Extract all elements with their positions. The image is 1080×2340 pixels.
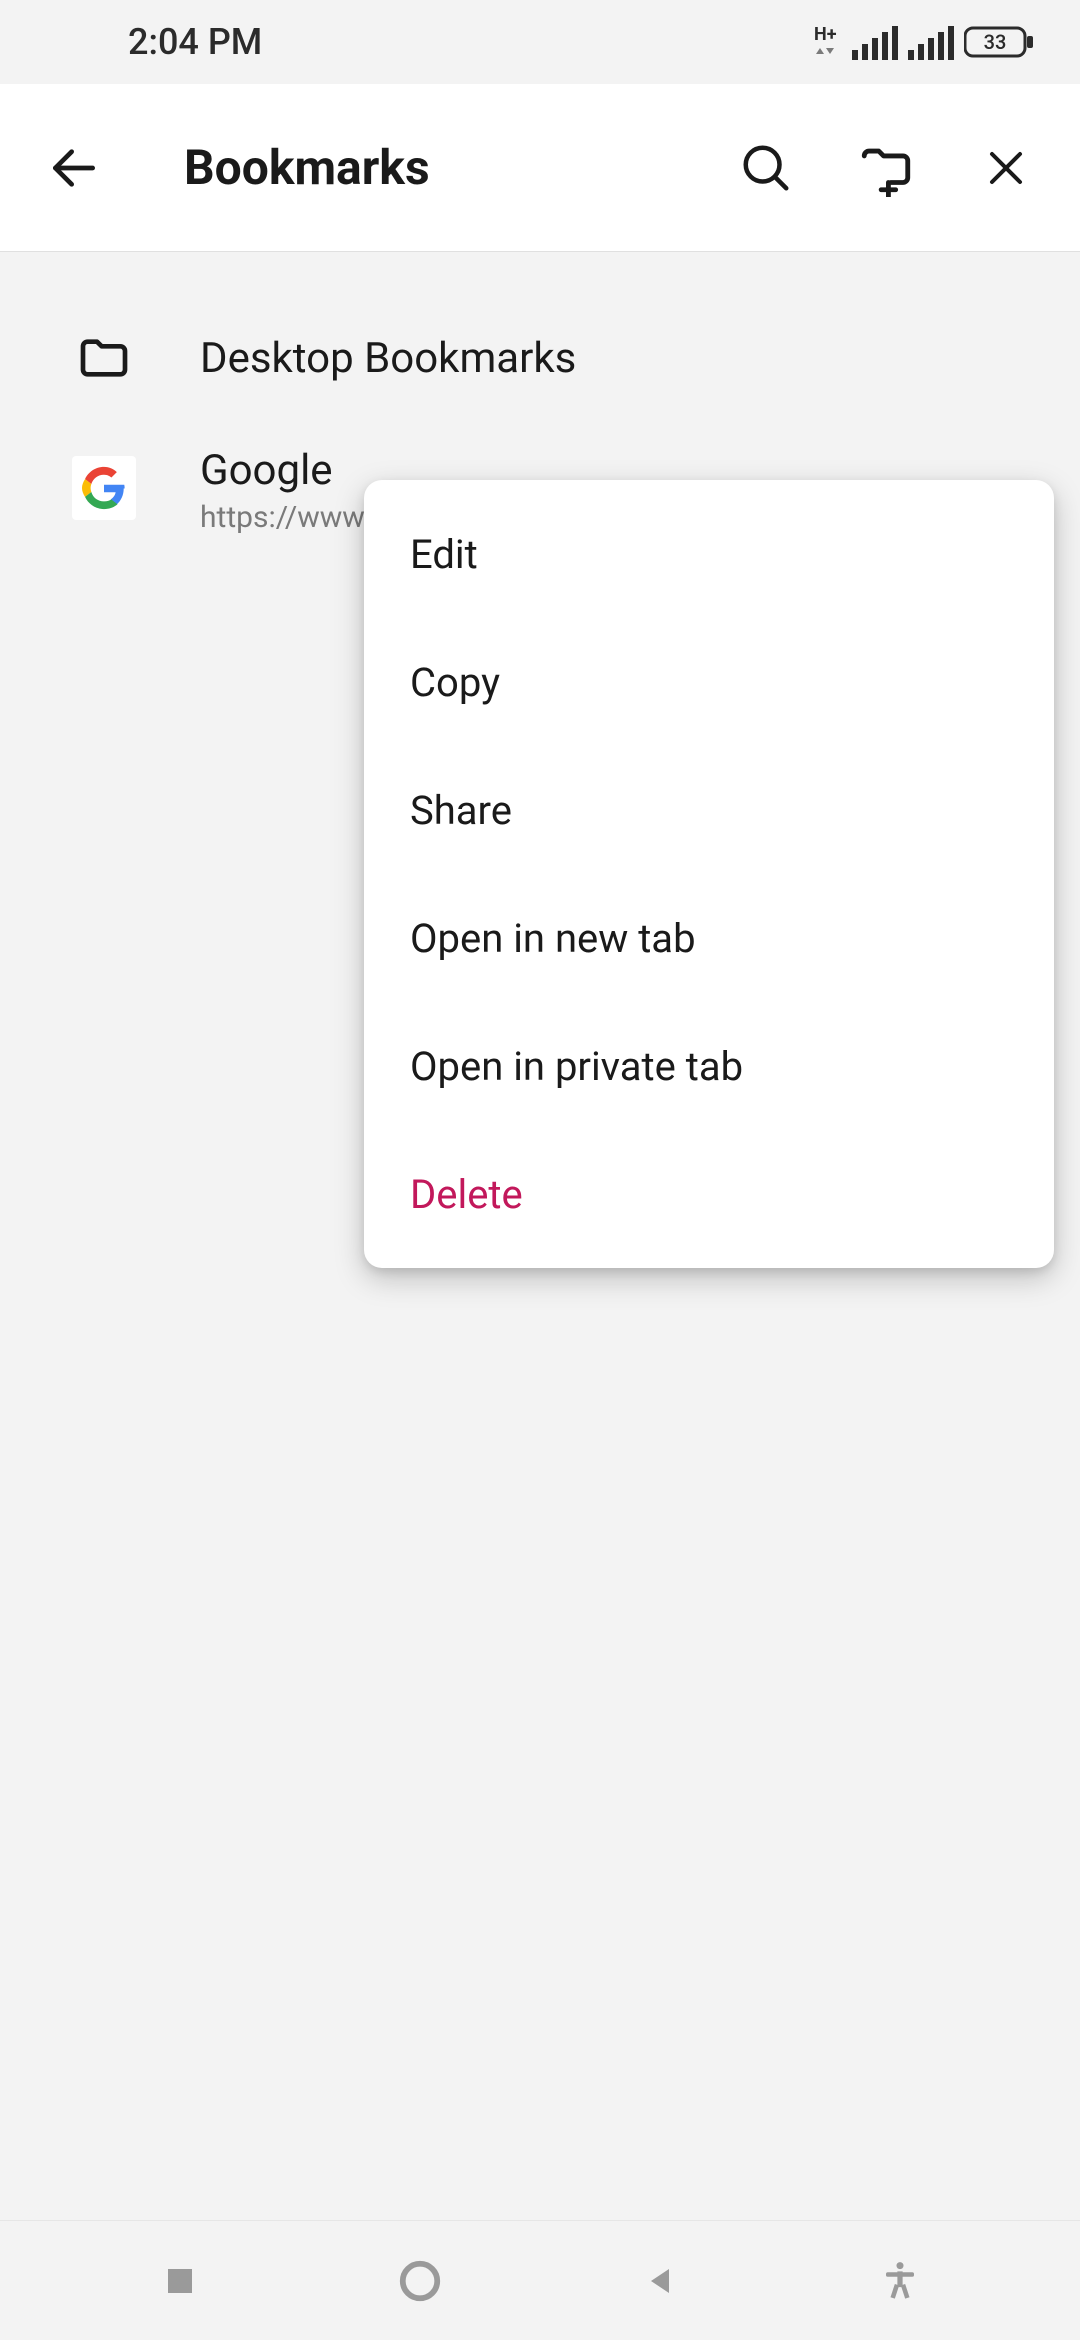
nav-recents-button[interactable] [120, 2241, 240, 2321]
page-title: Bookmarks [124, 139, 716, 196]
screen: 2:04 PM H+ [0, 0, 1080, 2340]
nav-accessibility-button[interactable] [840, 2241, 960, 2321]
bookmark-url: https://www.g [200, 500, 388, 535]
status-icons: H+ [814, 22, 1036, 62]
close-button[interactable] [956, 118, 1056, 218]
search-button[interactable] [716, 118, 816, 218]
search-icon [739, 141, 793, 195]
status-time: 2:04 PM [128, 21, 262, 63]
menu-share[interactable]: Share [364, 746, 1054, 874]
menu-open-new-tab[interactable]: Open in new tab [364, 874, 1054, 1002]
circle-icon [397, 2258, 443, 2304]
status-bar: 2:04 PM H+ [0, 0, 1080, 84]
arrow-left-icon [46, 140, 102, 196]
svg-text:H+: H+ [814, 24, 837, 45]
menu-copy[interactable]: Copy [364, 618, 1054, 746]
accessibility-icon [879, 2260, 921, 2302]
menu-open-private-tab[interactable]: Open in private tab [364, 1002, 1054, 1130]
square-icon [162, 2263, 198, 2299]
triangle-left-icon [642, 2263, 678, 2299]
menu-edit[interactable]: Edit [364, 490, 1054, 618]
app-bar-actions [716, 118, 1056, 218]
google-g-icon [82, 466, 126, 510]
signal-1-icon [852, 24, 900, 60]
nav-back-button[interactable] [600, 2241, 720, 2321]
nav-home-button[interactable] [360, 2241, 480, 2321]
battery-icon: 33 [964, 24, 1036, 60]
network-type-icon: H+ [814, 22, 844, 62]
folder-icon [64, 318, 144, 398]
menu-delete[interactable]: Delete [364, 1130, 1054, 1258]
signal-2-icon [908, 24, 956, 60]
folder-row-desktop-bookmarks[interactable]: Desktop Bookmarks [0, 292, 1080, 424]
system-nav-bar [0, 2220, 1080, 2340]
bookmark-title: Google [200, 448, 388, 494]
battery-percent-text: 33 [984, 30, 1007, 54]
new-folder-icon [857, 139, 915, 197]
back-button[interactable] [24, 118, 124, 218]
bookmark-context-menu: Edit Copy Share Open in new tab Open in … [364, 480, 1054, 1268]
new-folder-button[interactable] [836, 118, 936, 218]
folder-label: Desktop Bookmarks [200, 334, 576, 383]
app-bar: Bookmarks [0, 84, 1080, 252]
close-icon [982, 144, 1030, 192]
bookmark-favicon [64, 448, 144, 528]
